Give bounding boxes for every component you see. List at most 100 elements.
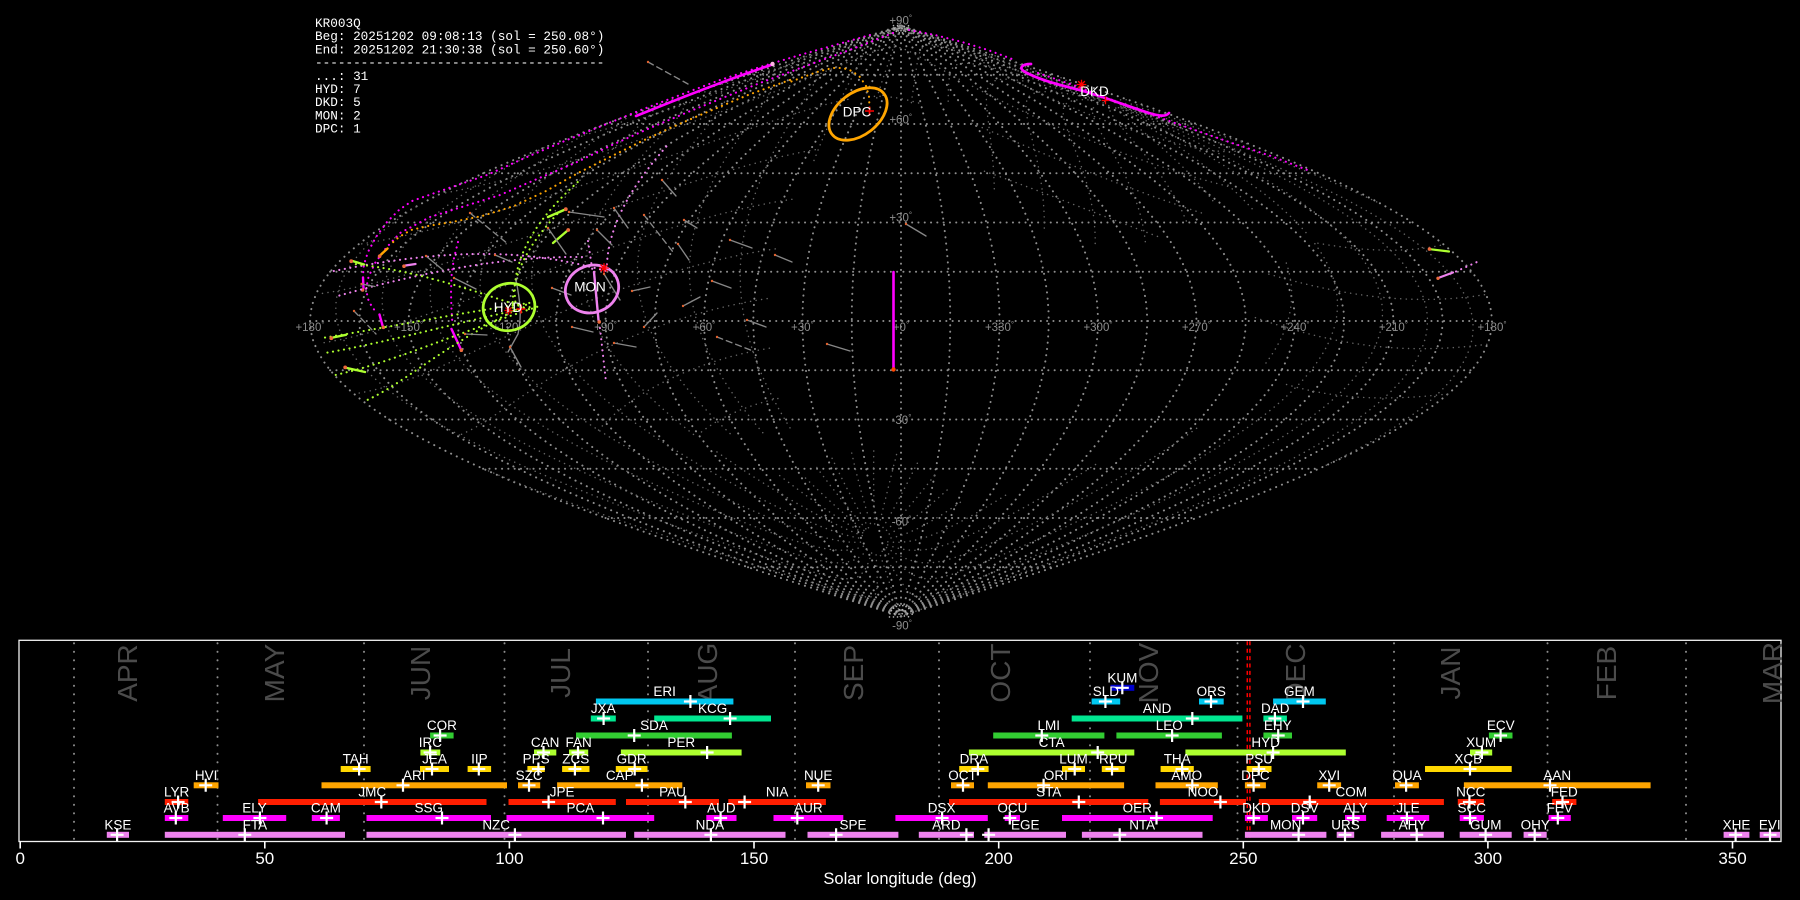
svg-text:CAP: CAP (606, 768, 634, 783)
svg-text:CAM: CAM (311, 801, 341, 816)
svg-text:+300°: +300° (1083, 320, 1112, 334)
svg-text:50: 50 (255, 849, 274, 868)
svg-text:ARD: ARD (932, 817, 961, 832)
svg-text:CAN: CAN (531, 735, 560, 750)
svg-text:DPC: DPC (843, 105, 872, 120)
svg-text:SLD: SLD (1093, 684, 1120, 699)
svg-text:XUM: XUM (1466, 735, 1496, 750)
svg-text:JPE: JPE (550, 785, 575, 800)
svg-text:KCG: KCG (698, 701, 727, 716)
svg-text:250: 250 (1229, 849, 1257, 868)
svg-text:ORS: ORS (1197, 684, 1226, 699)
svg-text:GEM: GEM (1284, 684, 1315, 699)
svg-text:XVI: XVI (1318, 768, 1340, 783)
svg-text:FEV: FEV (1547, 801, 1573, 816)
svg-text:SPE: SPE (839, 817, 866, 832)
svg-text:COR: COR (427, 718, 457, 733)
svg-text:NZC: NZC (482, 817, 510, 832)
svg-text:150: 150 (740, 849, 768, 868)
svg-text:NCC: NCC (1456, 785, 1485, 800)
svg-text:ZCS: ZCS (562, 752, 589, 767)
svg-text:200: 200 (985, 849, 1013, 868)
svg-text:DKD: DKD (1242, 801, 1271, 816)
svg-text:TAH: TAH (343, 752, 369, 767)
svg-text:HYD: HYD (1251, 735, 1280, 750)
svg-text:RPU: RPU (1099, 752, 1128, 767)
svg-text:FEB: FEB (1591, 646, 1622, 700)
svg-text:+60°: +60° (693, 320, 716, 334)
svg-text:THA: THA (1164, 752, 1191, 767)
svg-text:+240°: +240° (1280, 320, 1309, 334)
svg-text:AND: AND (1143, 701, 1172, 716)
svg-text:OCU: OCU (997, 801, 1027, 816)
svg-text:SDA: SDA (640, 718, 668, 733)
svg-text:IIP: IIP (471, 752, 488, 767)
svg-text:LEO: LEO (1156, 718, 1183, 733)
svg-text:NIA: NIA (766, 785, 789, 800)
svg-text:+30°: +30° (889, 211, 912, 225)
svg-text:PER: PER (667, 735, 695, 750)
svg-text:OCT: OCT (985, 643, 1016, 702)
svg-text:NOO: NOO (1188, 785, 1219, 800)
svg-text:IRC: IRC (419, 735, 443, 750)
svg-text:NDA: NDA (696, 817, 725, 832)
svg-text:+30°: +30° (791, 320, 814, 334)
svg-text:ORI: ORI (1044, 768, 1068, 783)
svg-text:MON: MON (1270, 817, 1302, 832)
svg-text:NOV: NOV (1133, 642, 1164, 703)
svg-text:MAR: MAR (1757, 642, 1788, 704)
svg-text:LUM: LUM (1059, 752, 1088, 767)
svg-text:LYR: LYR (164, 785, 190, 800)
svg-text:JXA: JXA (591, 701, 616, 716)
svg-text:DPC: DPC (1241, 768, 1270, 783)
svg-text:AUG: AUG (692, 643, 723, 704)
svg-text:COM: COM (1336, 785, 1368, 800)
svg-text:AHY: AHY (1399, 817, 1427, 832)
svg-text:LMI: LMI (1038, 718, 1061, 733)
svg-text:AUD: AUD (707, 801, 736, 816)
svg-text:+180°: +180° (295, 320, 324, 334)
svg-text:350: 350 (1718, 849, 1746, 868)
svg-text:JEA: JEA (422, 752, 447, 767)
svg-text:QUA: QUA (1392, 768, 1421, 783)
svg-text:SCC: SCC (1458, 801, 1487, 816)
svg-text:ERI: ERI (653, 684, 676, 699)
svg-text:OHY: OHY (1521, 817, 1550, 832)
svg-text:JMC: JMC (358, 785, 386, 800)
svg-text:MAY: MAY (259, 643, 290, 702)
svg-text:SEP: SEP (838, 645, 869, 701)
svg-text:300: 300 (1474, 849, 1502, 868)
svg-text:DSX: DSX (928, 801, 956, 816)
svg-text:+90°: +90° (889, 14, 912, 28)
svg-text:ARI: ARI (403, 768, 426, 783)
svg-text:NTA: NTA (1129, 817, 1155, 832)
svg-text:DAD: DAD (1261, 701, 1290, 716)
svg-text:+210°: +210° (1379, 320, 1408, 334)
svg-text:GDR: GDR (617, 752, 647, 767)
svg-text:EVI: EVI (1759, 817, 1781, 832)
svg-text:OCT: OCT (948, 768, 977, 783)
svg-text:PAU: PAU (659, 785, 686, 800)
svg-text:PCA: PCA (567, 801, 595, 816)
svg-text:AVB: AVB (164, 801, 190, 816)
svg-text:APR: APR (112, 644, 143, 702)
svg-text:Solar longitude (deg): Solar longitude (deg) (823, 870, 976, 888)
svg-text:EHY: EHY (1264, 718, 1292, 733)
svg-text:JAN: JAN (1435, 647, 1466, 700)
svg-text:ALY: ALY (1343, 801, 1368, 816)
svg-text:EGE: EGE (1011, 817, 1040, 832)
svg-text:ECV: ECV (1487, 718, 1515, 733)
svg-text:DPC: 1: DPC: 1 (315, 122, 361, 137)
svg-text:URS: URS (1331, 817, 1360, 832)
svg-text:GUM: GUM (1470, 817, 1502, 832)
svg-text:0: 0 (15, 849, 24, 868)
svg-text:STA: STA (1036, 785, 1061, 800)
svg-text:DRA: DRA (960, 752, 989, 767)
svg-text:OER: OER (1123, 801, 1153, 816)
svg-text:+60°: +60° (889, 113, 912, 127)
svg-text:JUN: JUN (405, 646, 436, 700)
svg-text:XHE: XHE (1723, 817, 1751, 832)
svg-text:KSE: KSE (104, 817, 131, 832)
svg-text:DKD: DKD (1080, 84, 1109, 99)
svg-text:FED: FED (1551, 785, 1578, 800)
